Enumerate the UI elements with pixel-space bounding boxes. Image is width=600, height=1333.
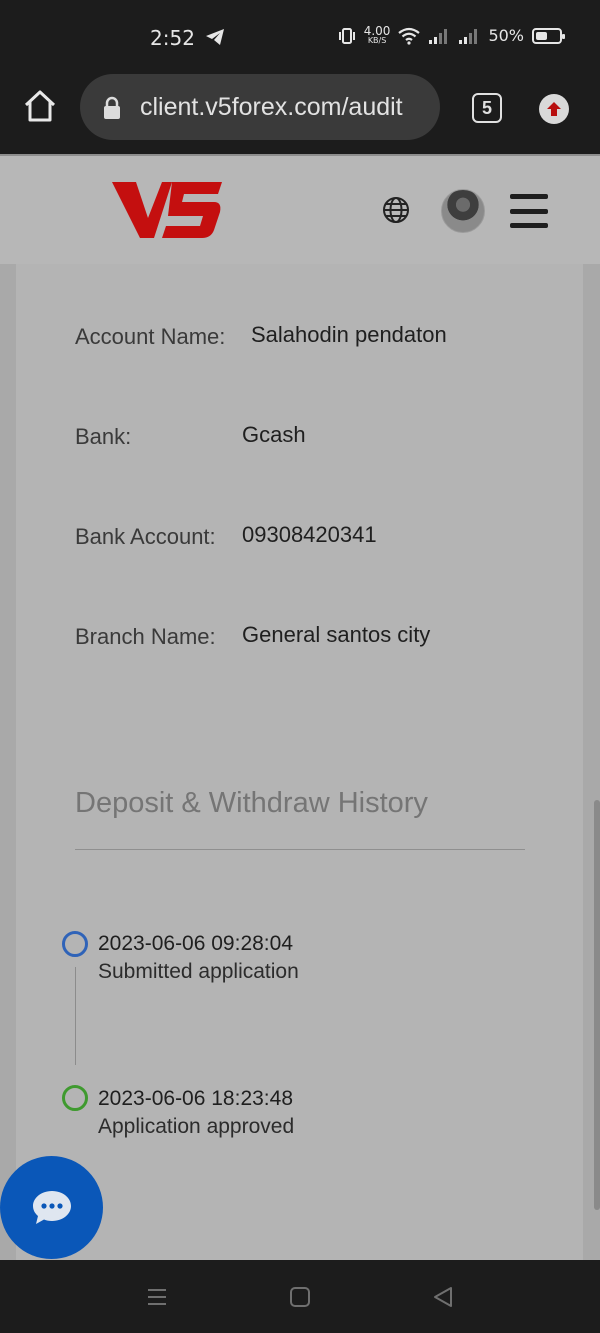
avatar[interactable] [441, 189, 485, 233]
chat-button[interactable] [0, 1156, 103, 1259]
branch-name-value: General santos city [242, 622, 431, 647]
tab-count: 5 [481, 97, 492, 118]
history-title: Deposit & Withdraw History [75, 787, 428, 819]
bank-label: Bank: [75, 424, 132, 449]
chat-bubble-icon [32, 1190, 71, 1224]
timeline-text-submitted: Submitted application [98, 960, 299, 983]
site-header [0, 154, 600, 264]
account-name-label: Account Name: [75, 324, 226, 349]
timeline-connector [75, 967, 76, 1065]
signal-icon [429, 28, 448, 44]
account-name-value: Salahodin pendaton [251, 322, 447, 347]
bank-value: Gcash [242, 422, 306, 447]
status-icons: 4.00 KB/S 50% [338, 24, 565, 45]
signal-icon [459, 28, 478, 44]
browser-toolbar: client.v5forex.com/audit 5 [0, 72, 600, 154]
address-bar[interactable]: client.v5forex.com/audit [80, 74, 440, 140]
recent-apps-icon[interactable] [146, 1286, 168, 1308]
page-scrollbar[interactable] [594, 800, 600, 1210]
hamburger-menu-icon[interactable] [510, 194, 548, 228]
timeline-dot-submitted [62, 931, 88, 957]
divider [75, 849, 525, 850]
back-icon[interactable] [432, 1286, 454, 1308]
battery-icon [532, 27, 565, 44]
timeline-time-submitted: 2023-06-06 09:28:04 [98, 932, 293, 955]
timeline-time-approved: 2023-06-06 18:23:48 [98, 1087, 293, 1110]
net-speed: 4.00 KB/S [363, 24, 391, 45]
status-bar: 2:52 4.00 KB/S 50% [0, 0, 600, 72]
account-card: Account Name: Salahodin pendaton Bank: G… [16, 264, 583, 1260]
globe-icon[interactable] [382, 196, 410, 224]
home-icon[interactable] [22, 88, 58, 124]
bank-account-value: 09308420341 [242, 522, 377, 547]
update-icon[interactable] [539, 94, 569, 124]
home-button-icon[interactable] [289, 1286, 311, 1308]
url-text: client.v5forex.com/audit [140, 93, 403, 121]
page-content: Account Name: Salahodin pendaton Bank: G… [0, 264, 600, 1260]
system-nav-bar [0, 1260, 600, 1333]
battery-percent: 50% [488, 26, 524, 45]
wifi-icon [398, 27, 421, 45]
vibrate-icon [338, 27, 355, 44]
lock-icon [104, 96, 120, 119]
tab-switcher-button[interactable]: 5 [472, 93, 502, 123]
timeline-text-approved: Application approved [98, 1115, 295, 1138]
bank-account-label: Bank Account: [75, 524, 216, 549]
v5-logo[interactable] [110, 178, 224, 242]
timeline-dot-approved [62, 1085, 88, 1111]
telegram-icon [206, 29, 224, 45]
branch-name-label: Branch Name: [75, 624, 216, 649]
status-time: 2:52 [150, 26, 195, 50]
